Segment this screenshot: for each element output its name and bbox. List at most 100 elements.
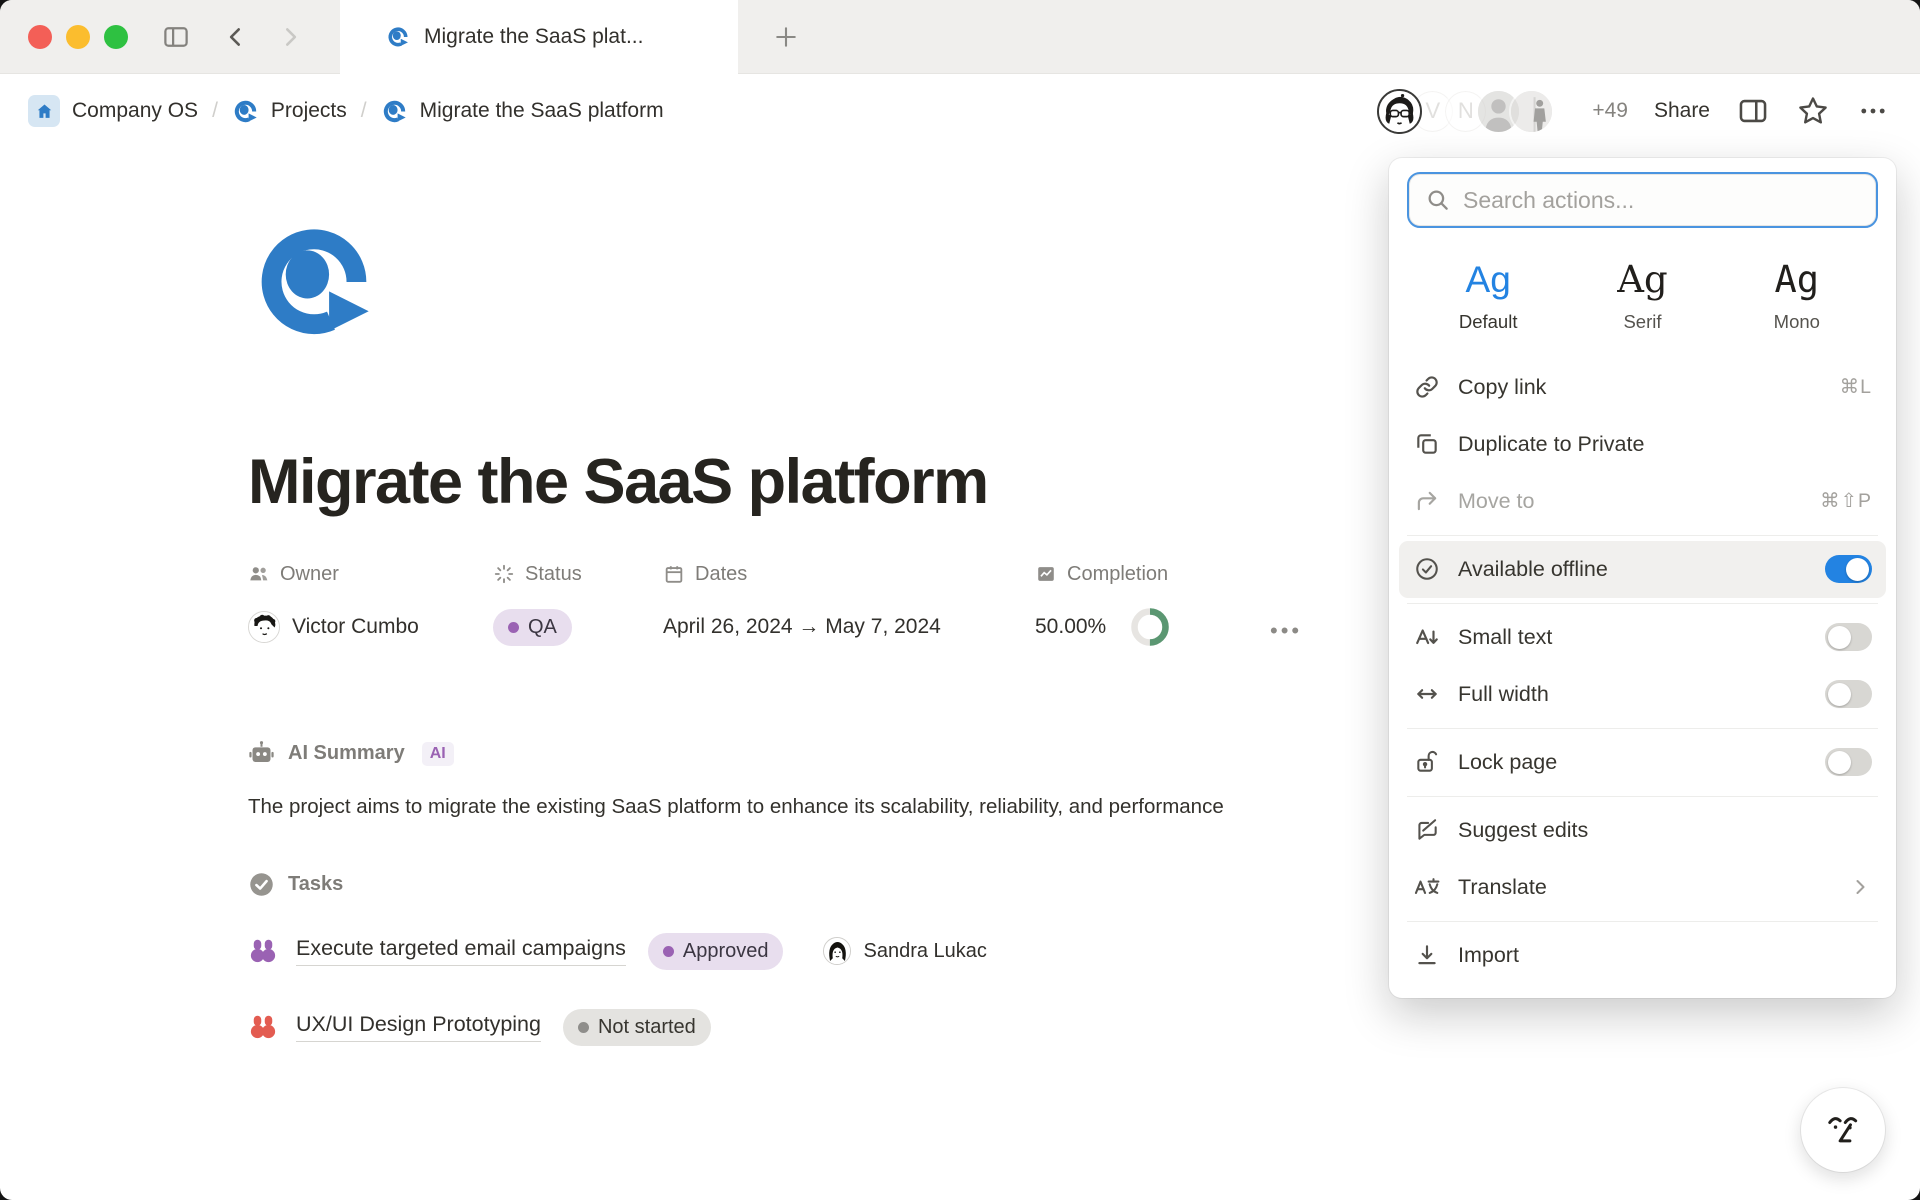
favorite-star-icon[interactable] <box>1796 94 1830 128</box>
menu-item-label: Small text <box>1458 625 1552 650</box>
owner-avatar <box>248 611 280 643</box>
menu-item-full-width[interactable]: Full width <box>1399 666 1886 723</box>
task-status-badge[interactable]: Not started <box>563 1009 711 1046</box>
tab-title: Migrate the SaaS plat... <box>424 25 643 49</box>
status-badge[interactable]: QA <box>493 609 572 646</box>
menu-item-available-offline[interactable]: Available offline <box>1399 541 1886 598</box>
font-option-default[interactable]: Ag Default <box>1411 260 1565 333</box>
breadcrumb-item-current-page[interactable]: Migrate the SaaS platform <box>420 99 664 123</box>
check-circle-icon <box>248 871 275 898</box>
property-status[interactable]: Status QA <box>493 560 582 650</box>
breadcrumb: Company OS / Projects / Migrate the SaaS… <box>28 95 664 127</box>
menu-item-duplicate[interactable]: Duplicate to Private <box>1399 416 1886 473</box>
menu-item-label: Translate <box>1458 875 1547 900</box>
task-link[interactable]: UX/UI Design Prototyping <box>296 1012 541 1042</box>
chevron-right-icon <box>1848 875 1872 899</box>
suggest-edits-icon <box>1413 817 1440 844</box>
zoom-window-button[interactable] <box>104 25 128 49</box>
menu-item-translate[interactable]: Translate <box>1399 859 1886 916</box>
translate-icon <box>1413 874 1440 901</box>
minimize-window-button[interactable] <box>66 25 90 49</box>
forward-button[interactable] <box>270 17 310 57</box>
menu-item-label: Lock page <box>1458 750 1557 775</box>
breadcrumb-separator: / <box>359 99 369 123</box>
page-icon-small <box>386 25 410 49</box>
property-owner[interactable]: Owner Victor Cumbo <box>248 560 419 650</box>
duplicate-icon <box>1413 431 1440 458</box>
avatar-overflow-count[interactable]: +49 <box>1592 99 1628 123</box>
font-option-serif[interactable]: Ag Serif <box>1565 260 1719 333</box>
font-option-label: Mono <box>1720 311 1874 333</box>
lock-page-toggle[interactable] <box>1825 748 1872 776</box>
available-offline-toggle[interactable] <box>1825 555 1872 583</box>
menu-item-lock-page[interactable]: Lock page <box>1399 734 1886 791</box>
task-row: UX/UI Design Prototyping Not started <box>248 1004 1920 1050</box>
menu-item-small-text[interactable]: Small text <box>1399 609 1886 666</box>
chart-icon <box>1035 563 1057 585</box>
menu-item-move-to[interactable]: Move to ⌘⇧P <box>1399 473 1886 530</box>
dates-label: Dates <box>695 563 747 586</box>
breadcrumb-separator: / <box>210 99 220 123</box>
tasks-title: Tasks <box>288 873 343 896</box>
completion-label: Completion <box>1067 563 1168 586</box>
property-completion[interactable]: Completion 50.00% <box>1035 560 1170 650</box>
back-button[interactable] <box>216 17 256 57</box>
tab-bar: Migrate the SaaS plat... <box>0 0 1920 74</box>
assignee-avatar <box>823 937 851 965</box>
binoculars-icon <box>248 1012 278 1042</box>
owner-name: Victor Cumbo <box>292 615 419 639</box>
new-tab-button[interactable] <box>772 23 800 51</box>
properties-more-button[interactable]: ••• <box>1270 618 1302 644</box>
actions-search[interactable] <box>1407 172 1878 228</box>
menu-item-label: Available offline <box>1458 557 1608 582</box>
share-button[interactable]: Share <box>1654 99 1710 123</box>
task-status-value: Approved <box>683 940 769 963</box>
task-link[interactable]: Execute targeted email campaigns <box>296 936 626 966</box>
search-icon <box>1425 187 1451 213</box>
full-width-toggle[interactable] <box>1825 680 1872 708</box>
task-status-value: Not started <box>598 1016 696 1039</box>
avatar <box>1377 89 1422 134</box>
status-label: Status <box>525 563 582 586</box>
task-status-badge[interactable]: Approved <box>648 933 784 970</box>
menu-divider <box>1407 535 1878 536</box>
close-window-button[interactable] <box>28 25 52 49</box>
small-text-toggle[interactable] <box>1825 623 1872 651</box>
status-spinner-icon <box>493 563 515 585</box>
menu-divider <box>1407 796 1878 797</box>
search-actions-input[interactable] <box>1463 187 1860 214</box>
assignee-name: Sandra Lukac <box>863 940 986 963</box>
property-dates[interactable]: Dates April 26, 2024 → May 7, 2024 <box>663 560 941 650</box>
active-tab[interactable]: Migrate the SaaS plat... <box>340 0 738 75</box>
menu-divider <box>1407 603 1878 604</box>
ai-badge: AI <box>422 742 454 766</box>
menu-item-label: Import <box>1458 943 1519 968</box>
shortcut-hint: ⌘⇧P <box>1820 489 1872 513</box>
menu-item-copy-link[interactable]: Copy link ⌘L <box>1399 359 1886 416</box>
completion-value: 50.00% <box>1035 615 1106 639</box>
font-option-mono[interactable]: Ag Mono <box>1720 260 1874 333</box>
more-options-icon[interactable] <box>1856 94 1890 128</box>
font-sample: Ag <box>1565 260 1719 301</box>
link-icon <box>1413 374 1440 401</box>
menu-item-label: Duplicate to Private <box>1458 432 1644 457</box>
task-assignee[interactable]: Sandra Lukac <box>823 937 986 965</box>
sidebar-toggle-icon[interactable] <box>156 17 196 57</box>
font-picker: Ag Default Ag Serif Ag Mono <box>1399 236 1886 359</box>
binoculars-icon <box>248 936 278 966</box>
home-icon[interactable] <box>28 95 60 127</box>
menu-item-suggest-edits[interactable]: Suggest edits <box>1399 802 1886 859</box>
robot-icon <box>248 740 275 767</box>
full-width-icon <box>1413 681 1440 708</box>
menu-item-import[interactable]: Import <box>1399 927 1886 984</box>
side-peek-icon[interactable] <box>1736 94 1770 128</box>
viewer-avatars[interactable]: V N <box>1353 89 1554 134</box>
projects-icon <box>232 98 259 125</box>
window-controls <box>0 0 340 73</box>
font-option-label: Serif <box>1565 311 1719 333</box>
notion-ai-face-button[interactable] <box>1801 1088 1885 1172</box>
breadcrumb-item-workspace[interactable]: Company OS <box>72 99 198 123</box>
top-navigation-bar: Company OS / Projects / Migrate the SaaS… <box>0 74 1920 148</box>
page-icon-large[interactable] <box>248 216 380 348</box>
breadcrumb-item-projects[interactable]: Projects <box>271 99 347 123</box>
